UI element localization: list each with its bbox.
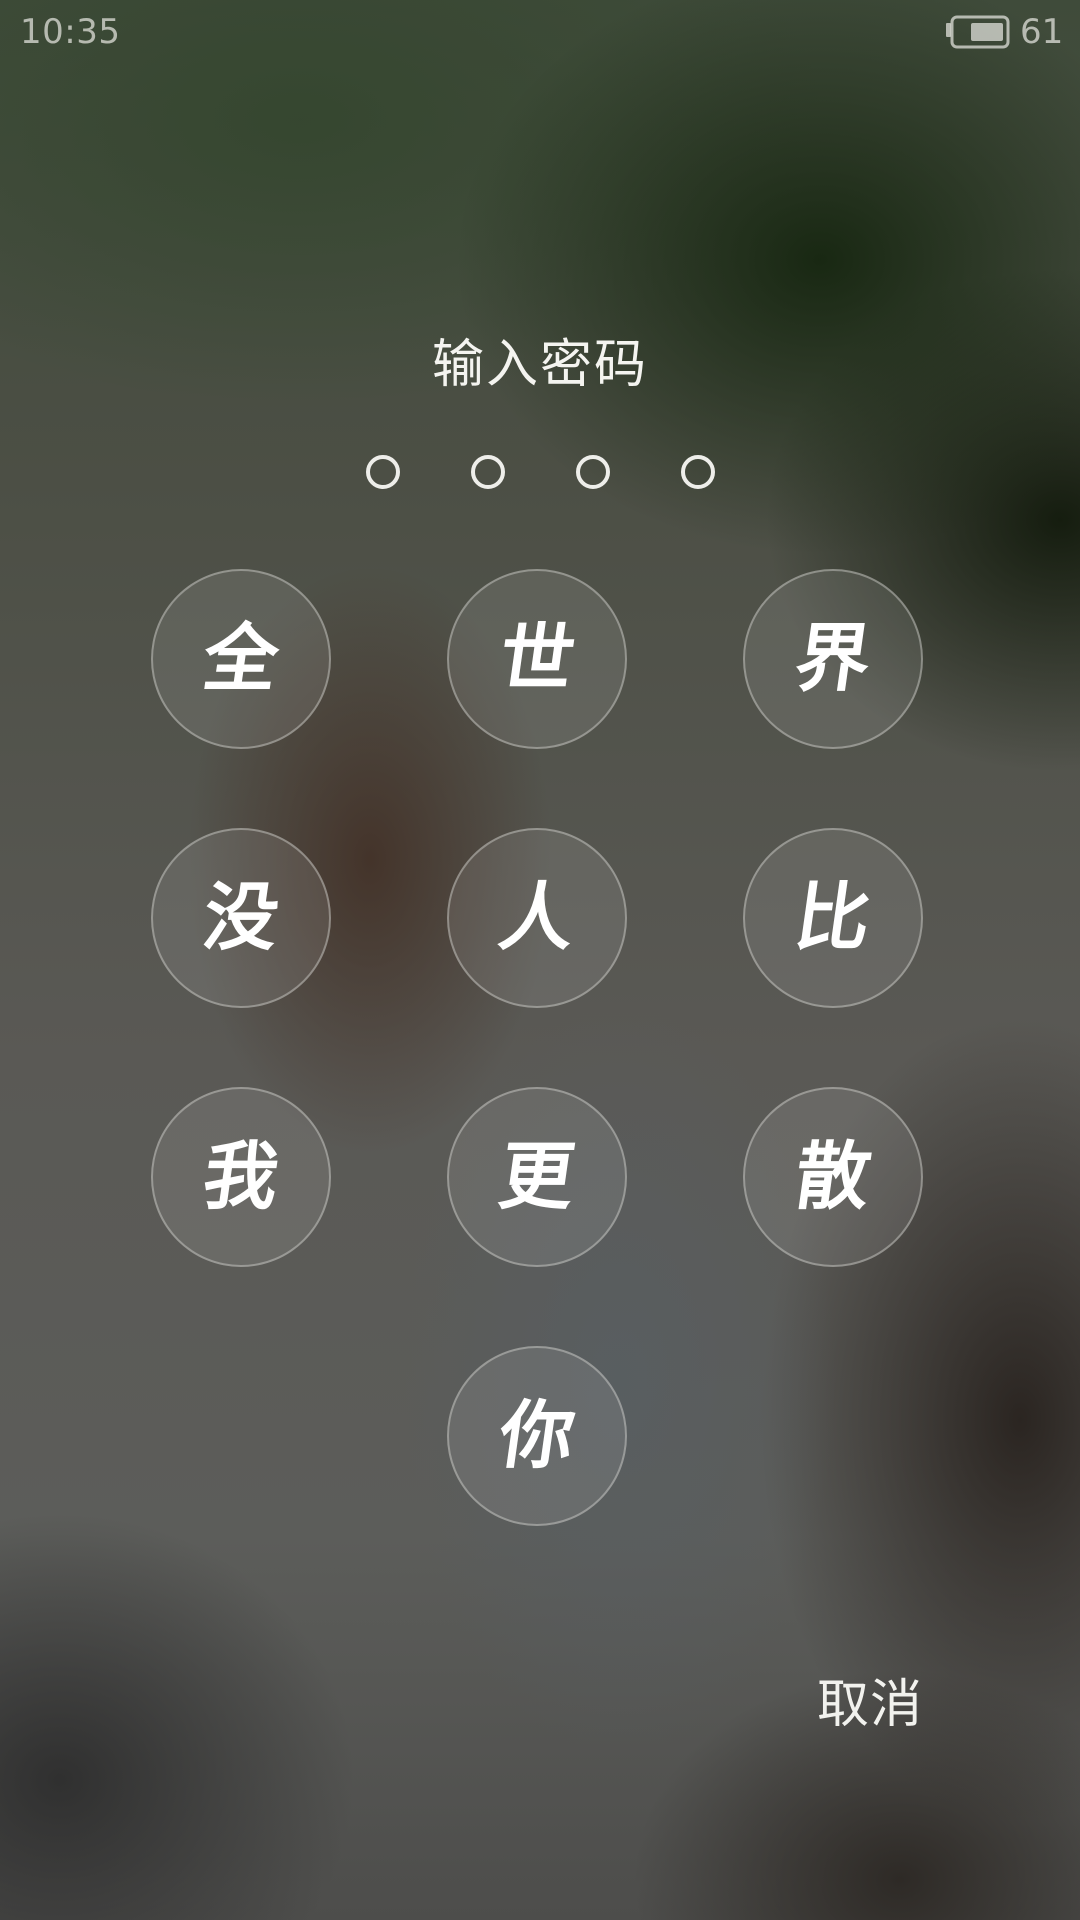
keypad: 全 世 界 没 人 比 我 更 散 你 <box>0 0 1080 1920</box>
key-6[interactable]: 比 <box>743 828 923 1008</box>
key-2[interactable]: 世 <box>447 569 627 749</box>
key-label: 比 <box>789 875 877 961</box>
key-label: 世 <box>493 616 581 702</box>
key-label: 没 <box>197 875 285 961</box>
cancel-button[interactable]: 取消 <box>800 1670 940 1740</box>
key-0[interactable]: 你 <box>447 1346 627 1526</box>
key-label: 人 <box>493 875 581 961</box>
key-label: 更 <box>493 1134 581 1220</box>
key-8[interactable]: 更 <box>447 1087 627 1267</box>
key-9[interactable]: 散 <box>743 1087 923 1267</box>
key-label: 你 <box>493 1393 581 1479</box>
key-label: 我 <box>197 1134 285 1220</box>
key-7[interactable]: 我 <box>151 1087 331 1267</box>
key-4[interactable]: 没 <box>151 828 331 1008</box>
key-5[interactable]: 人 <box>447 828 627 1008</box>
key-1[interactable]: 全 <box>151 569 331 749</box>
key-label: 全 <box>197 616 285 702</box>
key-label: 散 <box>789 1134 877 1220</box>
key-3[interactable]: 界 <box>743 569 923 749</box>
key-label: 界 <box>789 616 877 702</box>
